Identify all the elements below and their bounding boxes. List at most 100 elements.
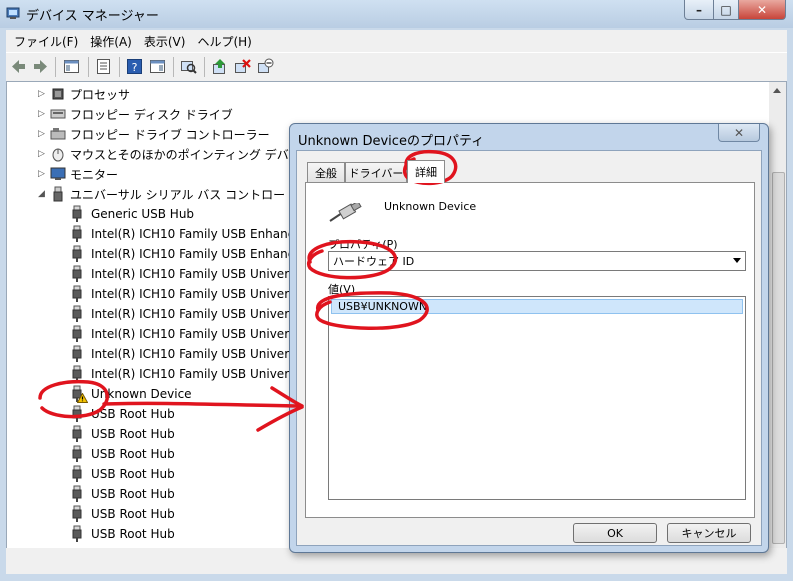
tree-category-floppy-controller[interactable]: ▷ フロッピー ドライブ コントローラー bbox=[37, 124, 270, 144]
property-select[interactable]: ハードウェア ID bbox=[328, 251, 746, 271]
tree-item-label: USB Root Hub bbox=[91, 487, 175, 501]
tree-item-label: Intel(R) ICH10 Family USB Univer bbox=[91, 267, 290, 281]
vertical-scrollbar[interactable] bbox=[769, 81, 787, 549]
usb-plug-icon bbox=[72, 205, 82, 222]
tree-item-usb-device[interactable]: USB Root Hub bbox=[69, 504, 175, 524]
tab-details[interactable]: 詳細 bbox=[407, 160, 445, 183]
tree-item-usb-device[interactable]: Intel(R) ICH10 Family USB Enhanc bbox=[69, 224, 294, 244]
tree-item-usb-device[interactable]: Intel(R) ICH10 Family USB Univer bbox=[69, 284, 289, 304]
tree-item-usb-device[interactable]: Intel(R) ICH10 Family USB Univer bbox=[69, 324, 289, 344]
tree-item-usb-device[interactable]: Intel(R) ICH10 Family USB Univer bbox=[69, 264, 289, 284]
tree-item-label: Intel(R) ICH10 Family USB Enhanc bbox=[91, 247, 295, 261]
close-button[interactable]: ✕ bbox=[738, 0, 786, 20]
usb-plug-icon bbox=[72, 305, 82, 322]
update-driver-icon[interactable] bbox=[211, 58, 228, 75]
menu-bar: ファイル(F) 操作(A) 表示(V) ヘルプ(H) bbox=[6, 30, 787, 52]
menu-help[interactable]: ヘルプ(H) bbox=[197, 33, 251, 50]
usb-device-icon bbox=[329, 203, 362, 222]
property-select-value: ハードウェア ID bbox=[333, 255, 415, 268]
tree-item-usb-device[interactable]: Intel(R) ICH10 Family USB Univer bbox=[69, 304, 289, 324]
maximize-button[interactable]: □ bbox=[713, 0, 739, 20]
tree-item-label: Intel(R) ICH10 Family USB Univer bbox=[91, 307, 290, 321]
ok-button[interactable]: OK bbox=[573, 523, 657, 543]
tree-item-label: USB Root Hub bbox=[91, 407, 175, 421]
disable-icon[interactable] bbox=[257, 58, 274, 75]
usb-plug-icon bbox=[72, 245, 82, 262]
usb-plug-icon bbox=[72, 285, 82, 302]
value-list-item[interactable]: USB¥UNKNOWN bbox=[331, 299, 743, 314]
back-icon[interactable] bbox=[10, 58, 27, 75]
usb-plug-icon bbox=[72, 425, 82, 442]
tree-item-label: USB Root Hub bbox=[91, 427, 175, 441]
menu-file[interactable]: ファイル(F) bbox=[14, 33, 78, 50]
expand-closed-icon[interactable]: ▷ bbox=[37, 109, 46, 119]
scroll-thumb[interactable] bbox=[772, 172, 785, 544]
scroll-up-icon[interactable] bbox=[773, 88, 781, 93]
expand-open-icon[interactable]: ◢ bbox=[37, 189, 46, 199]
tree-item-label: USB Root Hub bbox=[91, 467, 175, 481]
uninstall-icon[interactable] bbox=[234, 58, 251, 75]
toolbar-separator bbox=[204, 57, 205, 77]
expand-closed-icon[interactable]: ▷ bbox=[37, 169, 46, 179]
details-tab-panel: Unknown Device プロパティ(P) ハードウェア ID 値(V) U… bbox=[305, 182, 755, 518]
window-title: デバイス マネージャー bbox=[26, 9, 159, 24]
menu-action[interactable]: 操作(A) bbox=[90, 33, 132, 50]
svg-text:?: ? bbox=[132, 61, 138, 74]
tree-item-label: USB Root Hub bbox=[91, 447, 175, 461]
tree-item-usb-device[interactable]: USB Root Hub bbox=[69, 464, 175, 484]
tree-category-label: ユニバーサル シリアル バス コントロー bbox=[70, 187, 286, 202]
tree-item-usb-device[interactable]: Generic USB Hub bbox=[69, 204, 194, 224]
tree-category-usb[interactable]: ◢ ユニバーサル シリアル バス コントロー bbox=[37, 184, 285, 204]
title-bar[interactable]: デバイス マネージャー – □ ✕ bbox=[0, 0, 793, 28]
tab-general[interactable]: 全般 bbox=[307, 162, 345, 182]
tree-category-monitor[interactable]: ▷ モニター bbox=[37, 164, 118, 184]
tree-item-usb-device[interactable]: USB Root Hub bbox=[69, 524, 175, 544]
floppy-controller-icon bbox=[50, 128, 66, 140]
tree-item-usb-device[interactable]: USB Root Hub bbox=[69, 444, 175, 464]
tree-category-processor[interactable]: ▷ プロセッサ bbox=[37, 84, 130, 104]
tree-item-usb-device[interactable]: USB Root Hub bbox=[69, 424, 175, 444]
scan-hardware-icon[interactable] bbox=[180, 58, 197, 75]
tree-item-usb-device[interactable]: Intel(R) ICH10 Family USB Univer bbox=[69, 364, 289, 384]
dialog-close-button[interactable]: ✕ bbox=[718, 124, 760, 142]
tree-item-usb-device[interactable]: Intel(R) ICH10 Family USB Univer bbox=[69, 344, 289, 364]
usb-plug-icon bbox=[72, 485, 82, 502]
tree-item-usb-device[interactable]: USB Root Hub bbox=[69, 484, 175, 504]
expand-closed-icon[interactable]: ▷ bbox=[37, 129, 46, 139]
mouse-icon bbox=[52, 148, 64, 162]
tree-category-floppy-disk[interactable]: ▷ フロッピー ディスク ドライブ bbox=[37, 104, 233, 124]
processor-icon bbox=[52, 88, 64, 100]
usb-plug-icon bbox=[72, 465, 82, 482]
tree-category-label: モニター bbox=[70, 167, 119, 182]
tree-item-label: Intel(R) ICH10 Family USB Enhanc bbox=[91, 227, 295, 241]
usb-plug-icon bbox=[72, 225, 82, 242]
dialog-title: Unknown Deviceのプロパティ bbox=[298, 134, 485, 149]
chevron-down-icon[interactable] bbox=[733, 258, 741, 263]
tree-item-usb-device[interactable]: Intel(R) ICH10 Family USB Enhanc bbox=[69, 244, 294, 264]
show-hide-console-tree-icon[interactable] bbox=[63, 58, 80, 75]
floppy-disk-icon bbox=[50, 109, 66, 119]
usb-plug-icon bbox=[72, 525, 82, 542]
tree-category-label: フロッピー ディスク ドライブ bbox=[70, 107, 233, 122]
tree-category-mouse[interactable]: ▷ マウスとそのほかのポインティング デバ bbox=[37, 144, 289, 164]
menu-view[interactable]: 表示(V) bbox=[144, 33, 186, 50]
expand-closed-icon[interactable]: ▷ bbox=[37, 149, 46, 159]
tree-category-label: マウスとそのほかのポインティング デバ bbox=[70, 147, 289, 162]
usb-plug-icon bbox=[72, 445, 82, 462]
properties-icon[interactable] bbox=[95, 58, 112, 75]
tree-item-label: Intel(R) ICH10 Family USB Univer bbox=[91, 327, 290, 341]
expand-closed-icon[interactable]: ▷ bbox=[37, 89, 46, 99]
toolbar-separator bbox=[55, 57, 56, 77]
toolbar-separator bbox=[173, 57, 174, 77]
tree-item-unknown-device[interactable]: Unknown Device bbox=[69, 384, 192, 404]
usb-icon bbox=[53, 186, 63, 202]
help-icon[interactable]: ? bbox=[126, 58, 143, 75]
action-pane-icon[interactable] bbox=[149, 58, 166, 75]
tab-driver[interactable]: ドライバー bbox=[345, 162, 407, 182]
forward-icon[interactable] bbox=[32, 58, 49, 75]
tree-item-usb-device[interactable]: USB Root Hub bbox=[69, 404, 175, 424]
tree-item-label: Unknown Device bbox=[91, 387, 192, 401]
minimize-button[interactable]: – bbox=[684, 0, 714, 20]
value-list[interactable]: USB¥UNKNOWN bbox=[328, 296, 746, 500]
cancel-button[interactable]: キャンセル bbox=[667, 523, 751, 543]
